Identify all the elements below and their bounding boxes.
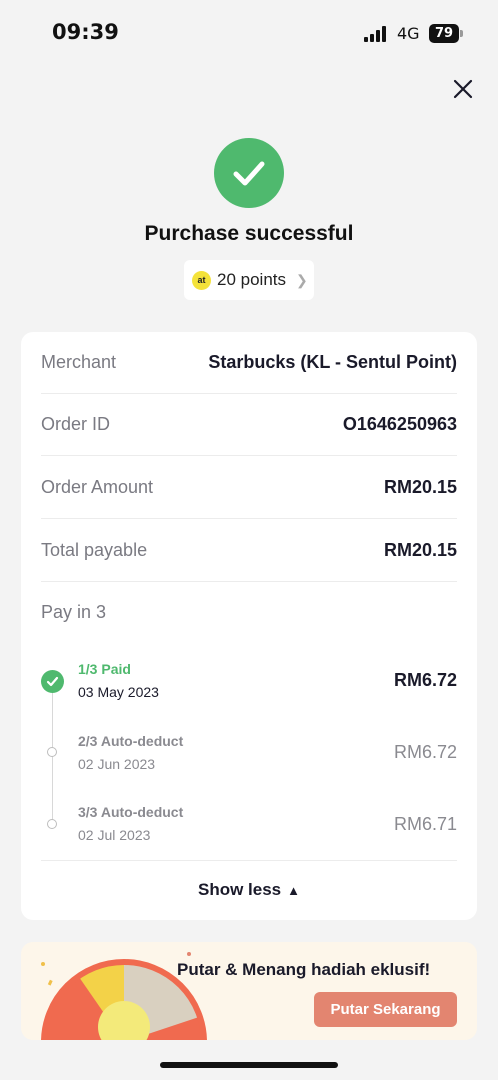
- battery-tip: [460, 30, 463, 37]
- promo-text: Putar & Menang hadiah eklusif!: [177, 960, 431, 979]
- installment-amount: RM6.72: [393, 742, 457, 762]
- success-badge: [214, 138, 284, 208]
- show-less-label: Show less: [197, 880, 282, 899]
- close-button[interactable]: [448, 74, 478, 104]
- status-time: 09:39: [52, 20, 119, 44]
- network-label: 4G: [397, 24, 420, 43]
- detail-value: RM20.15: [383, 477, 457, 497]
- installment-amount: RM6.71: [393, 814, 457, 834]
- installment-date: 02 Jul 2023: [78, 827, 151, 843]
- detail-row-order-id: Order ID O1646250963: [41, 394, 457, 456]
- detail-value: O1646250963: [342, 414, 457, 434]
- spin-now-button[interactable]: Putar Sekarang: [314, 992, 457, 1027]
- installment-date: 03 May 2023: [78, 684, 159, 700]
- paid-check-icon: [41, 670, 64, 693]
- home-indicator[interactable]: [160, 1062, 338, 1068]
- detail-label: Total payable: [41, 540, 148, 560]
- installment-amount: RM6.72: [393, 670, 457, 690]
- installment-status: 1/3 Paid: [78, 661, 131, 677]
- points-label: 20 points: [217, 270, 286, 289]
- installment-status: 3/3 Auto-deduct: [78, 804, 184, 820]
- points-coin-icon: at: [192, 270, 211, 290]
- detail-value: Starbucks (KL - Sentul Point): [208, 352, 457, 372]
- pay-in-3-label: Pay in 3: [41, 602, 107, 622]
- points-chip[interactable]: at 20 points ❯: [184, 260, 314, 300]
- detail-row-merchant: Merchant Starbucks (KL - Sentul Point): [41, 332, 457, 394]
- chevron-right-icon: ❯: [296, 271, 308, 288]
- detail-value: RM20.15: [383, 540, 457, 560]
- check-icon: [233, 161, 265, 186]
- order-details-card: Merchant Starbucks (KL - Sentul Point) O…: [21, 332, 477, 920]
- status-bar: 09:39 4G 79: [0, 0, 498, 66]
- detail-label: Order Amount: [41, 477, 154, 497]
- page-title: Purchase successful: [144, 222, 354, 245]
- installment-date: 02 Jun 2023: [78, 756, 156, 772]
- signal-icon: [364, 26, 386, 42]
- close-icon: [453, 79, 473, 99]
- promo-banner[interactable]: Putar & Menang hadiah eklusif! Putar Sek…: [21, 942, 477, 1040]
- detail-label: Order ID: [41, 414, 111, 434]
- pending-dot-icon: [47, 747, 57, 757]
- detail-row-total-payable: Total payable RM20.15: [41, 520, 457, 582]
- chevron-up-icon: ▲: [287, 883, 300, 898]
- detail-row-order-amount: Order Amount RM20.15: [41, 457, 457, 519]
- spin-wheel-icon: [41, 952, 207, 1040]
- battery-icon: 79: [429, 24, 463, 43]
- show-less-button[interactable]: Show less ▲: [21, 880, 477, 900]
- divider: [41, 860, 457, 861]
- installment-status: 2/3 Auto-deduct: [78, 733, 184, 749]
- pending-dot-icon: [47, 819, 57, 829]
- detail-label: Merchant: [41, 352, 117, 372]
- battery-level: 79: [429, 24, 459, 43]
